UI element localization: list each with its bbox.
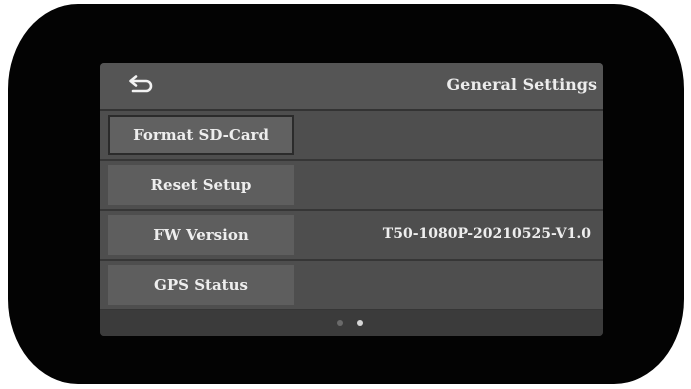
fw-version-button[interactable]: FW Version xyxy=(108,215,294,255)
menu-row-reset-setup: Reset Setup xyxy=(100,161,603,211)
menu-row-fw-version: FW Version T50-1080P-20210525-V1.0 xyxy=(100,211,603,261)
gps-status-button[interactable]: GPS Status xyxy=(108,265,294,305)
device-bezel: General Settings Format SD-Card Reset Se… xyxy=(8,4,684,384)
format-sd-card-button[interactable]: Format SD-Card xyxy=(108,115,294,155)
reset-setup-button[interactable]: Reset Setup xyxy=(108,165,294,205)
page-dot-1[interactable] xyxy=(337,320,343,326)
fw-version-value: T50-1080P-20210525-V1.0 xyxy=(382,226,591,242)
page-dot-2-current[interactable] xyxy=(357,320,363,326)
header-bar: General Settings xyxy=(100,63,603,111)
menu-row-gps-status: GPS Status xyxy=(100,261,603,311)
page-title: General Settings xyxy=(446,75,597,94)
device-screen: General Settings Format SD-Card Reset Se… xyxy=(100,63,603,336)
return-arrow-icon[interactable] xyxy=(126,75,154,97)
page-indicator xyxy=(100,310,603,336)
menu-row-format-sd-card: Format SD-Card xyxy=(100,111,603,161)
